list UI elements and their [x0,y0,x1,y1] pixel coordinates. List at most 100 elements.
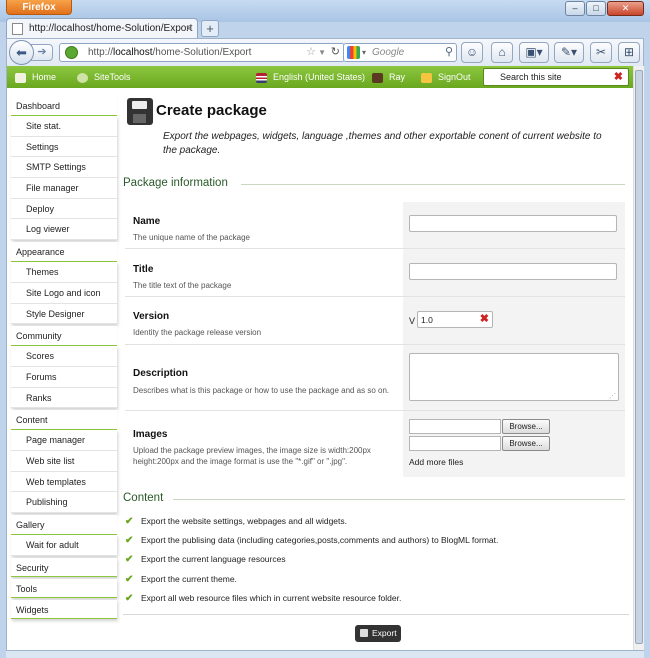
tab-title: http://localhost/home-Solution/Export [29,23,193,34]
browse-button-1[interactable]: Browse... [502,419,550,434]
sidebar-item-page-manager[interactable]: Page manager [11,430,117,451]
search-icon[interactable]: ⚲ [445,44,453,61]
sidebar-section-gallery[interactable]: Gallery [11,515,117,535]
description-label: Description [133,368,189,379]
save-disk-icon [127,98,153,125]
gallery-items: Wait for adult [11,535,117,556]
sidebar-section-security[interactable]: Security [11,557,117,577]
clear-search-icon[interactable]: ✖ [614,69,623,85]
sidebar-item-web-templates[interactable]: Web templates [11,471,117,493]
page-icon [12,23,23,35]
sidebar-item-deploy[interactable]: Deploy [11,198,117,220]
bookmark-star-icon[interactable]: ☆ [306,44,316,61]
page-title: Create package [156,102,267,119]
name-input[interactable] [409,215,617,232]
url-dropdown-icon[interactable]: ▼ [318,44,326,61]
signout-link[interactable]: SignOut [421,66,471,88]
check-icon: ✔ [125,592,134,604]
sidebar-item-forums[interactable]: Forums [11,366,117,388]
images-label: Images [133,429,168,440]
search-engine-dropdown-icon[interactable]: ▾ [362,44,366,61]
sidebar-section-content[interactable]: Content [11,410,117,431]
file-input-1[interactable] [409,419,501,434]
version-value: 1.0 [421,315,433,325]
page-scrollbar[interactable] [633,66,644,650]
title-row: Title The title text of the package [125,249,625,297]
content-item-resources: ✔ Export all web resource files which in … [125,589,625,608]
url-bar[interactable]: http://localhost/home-Solution/Export ☆ … [59,43,345,62]
sidebar-item-publishing[interactable]: Publishing [11,492,117,513]
browse-button-2[interactable]: Browse... [502,436,550,451]
title-input[interactable] [409,263,617,280]
new-tab-button[interactable]: + [201,20,219,37]
sidebar-section-dashboard[interactable]: Dashboard [11,96,117,116]
scrollbar-thumb[interactable] [635,70,643,644]
name-row: Name The unique name of the package [125,202,625,249]
version-label: Version [133,311,170,322]
reload-icon[interactable]: ↻ [331,44,340,61]
sidebar-item-themes[interactable]: Themes [11,262,117,283]
sidebar-section-tools[interactable]: Tools [11,578,117,598]
browser-tab[interactable]: http://localhost/home-Solution/Export × [6,18,198,39]
clear-version-icon[interactable]: ✖ [480,312,489,325]
maximize-button[interactable]: □ [586,1,606,16]
url-path: /home-Solution/Export [152,47,252,58]
tools-icon[interactable]: ✂ [590,42,612,63]
sidebar-item-scores[interactable]: Scores [11,346,117,367]
tab-close-icon[interactable]: × [186,19,192,39]
browser-search-bar[interactable]: ▾ Google ⚲ [343,43,457,62]
user-link[interactable]: Ray [372,66,405,88]
sitetools-label: SiteTools [94,72,131,82]
sidebar-section-widgets[interactable]: Widgets [11,599,117,619]
sidebar-item-smtp-settings[interactable]: SMTP Settings [11,157,117,179]
sidebar-item-site-stat[interactable]: Site stat. [11,116,117,137]
firefox-menu-button[interactable]: Firefox [6,0,72,15]
back-button[interactable]: ⬅ [9,40,34,65]
content-item-text: Export the current language resources [141,554,286,565]
content-item-settings: ✔ Export the website settings, webpages a… [125,512,625,531]
export-button[interactable]: Export [355,625,401,642]
site-search-input[interactable]: Search this site ✖ [483,68,629,86]
addon-icon[interactable]: ☺ [461,42,483,63]
home-link[interactable]: Home [15,66,56,88]
sidebar-item-wait-for-adult[interactable]: Wait for adult [11,535,117,556]
language-selector[interactable]: English (United States) [256,66,365,88]
url-prefix: http:// [88,47,114,58]
version-hint: Identity the package release version [133,328,262,337]
page-description: Export the webpages, widgets, language ,… [163,131,602,156]
sidebar-item-settings[interactable]: Settings [11,136,117,158]
close-window-button[interactable]: ✕ [607,1,644,16]
description-textarea[interactable]: ⋰ [409,353,619,401]
forward-button[interactable]: ➔ [31,44,53,61]
title-label: Title [133,264,154,275]
sitetools-icon [77,72,88,83]
sidebar-item-file-manager[interactable]: File manager [11,178,117,199]
sidebar-item-log-viewer[interactable]: Log viewer [11,219,117,241]
site-identity-icon[interactable] [65,46,78,59]
windows-icon[interactable]: ⊞ [618,42,640,63]
sitetools-link[interactable]: SiteTools [77,66,131,88]
sidebar-section-appearance[interactable]: Appearance [11,242,117,263]
bookmarks-menu-icon[interactable]: ▣▾ [519,42,549,63]
sidebar-item-ranks[interactable]: Ranks [11,387,117,409]
description-cell: ⋰ [403,345,625,410]
file-input-2[interactable] [409,436,501,451]
resize-handle-icon[interactable]: ⋰ [609,392,616,400]
home-icon [15,72,26,83]
sidebar-item-style-designer[interactable]: Style Designer [11,303,117,325]
appearance-items: Themes Site Logo and icon Style Designer [11,262,117,325]
sidebar-item-web-site-list[interactable]: Web site list [11,450,117,472]
sidebar-section-community[interactable]: Community [11,326,117,347]
version-cell: V 1.0 ✖ [403,297,625,344]
sidebar-item-site-logo[interactable]: Site Logo and icon [11,282,117,304]
description-row: Description Describes what is this packa… [125,345,625,411]
extension-icon[interactable]: ✎▾ [554,42,584,63]
google-icon[interactable] [347,46,360,59]
minimize-button[interactable]: – [565,1,585,16]
add-more-files-link[interactable]: Add more files [409,457,463,467]
version-input[interactable]: 1.0 ✖ [417,311,493,328]
content-item-language: ✔ Export the current language resources [125,550,625,569]
home-icon[interactable]: ⌂ [491,42,513,63]
admin-sidebar: Dashboard Site stat. Settings SMTP Setti… [11,96,117,621]
export-label: Export [372,628,397,638]
